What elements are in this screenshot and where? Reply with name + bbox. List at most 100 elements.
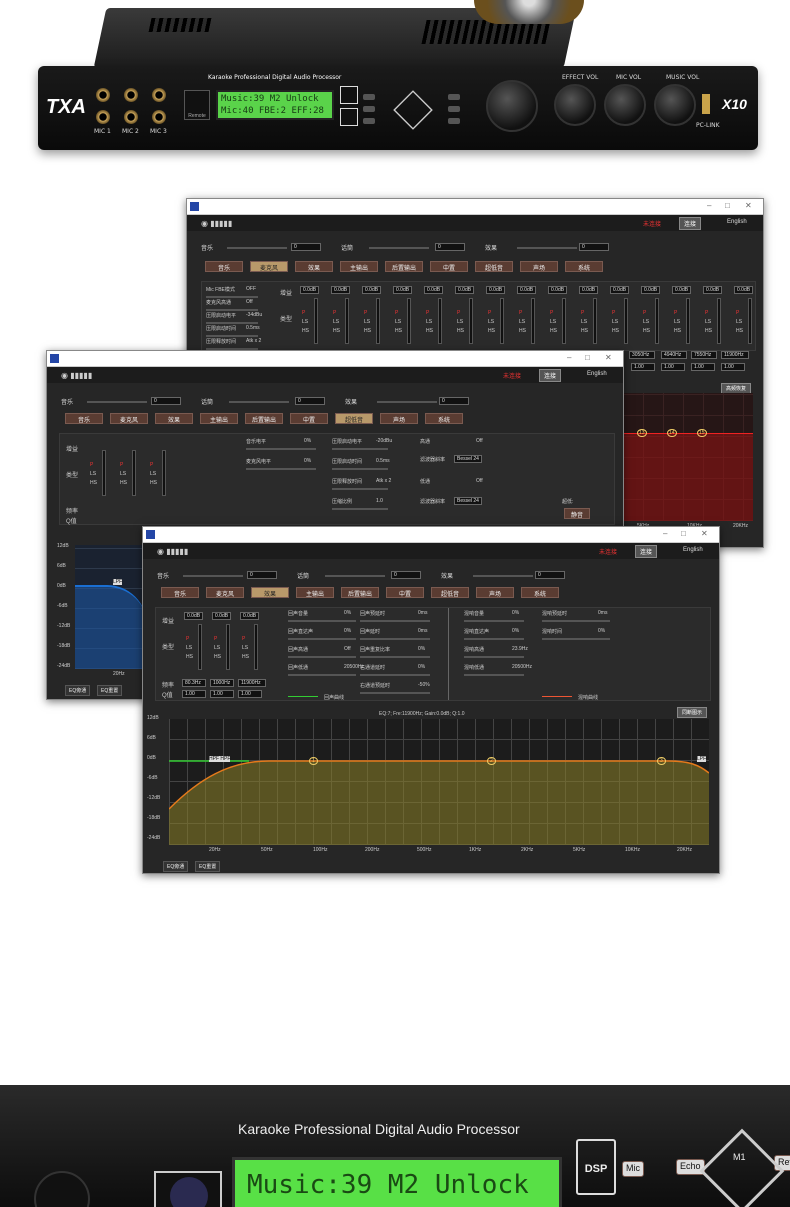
filter-type[interactable]: LS (186, 645, 192, 651)
preset-button[interactable] (363, 106, 375, 112)
setting-value[interactable]: 0% (304, 458, 311, 464)
tab-1[interactable]: 麦克风 (110, 413, 148, 424)
filter-type[interactable]: HS (674, 328, 681, 334)
lpf-marker[interactable]: LPF (697, 756, 707, 762)
filter-type[interactable]: HS (736, 328, 743, 334)
filter-type[interactable]: HS (643, 328, 650, 334)
effect-slider[interactable] (473, 575, 533, 577)
filter-type[interactable]: P (333, 310, 336, 316)
filter-type[interactable]: LS (120, 471, 126, 477)
slope-select[interactable]: Bessel 24 (454, 497, 482, 505)
band-fader[interactable] (102, 450, 106, 496)
setting-value[interactable]: 0% (512, 610, 519, 616)
language-button[interactable]: English (727, 219, 747, 225)
band-fader[interactable] (717, 298, 721, 344)
effect-value[interactable]: 0 (579, 243, 609, 251)
language-button[interactable]: English (683, 547, 703, 553)
filter-type[interactable]: LS (550, 319, 556, 325)
setting-slider[interactable] (246, 468, 316, 470)
freq-value[interactable]: 4940Hz (661, 351, 687, 359)
band-fader[interactable] (314, 298, 318, 344)
band-gain[interactable]: 0.0dB (362, 286, 382, 294)
eq-point-14[interactable]: 14 (667, 429, 677, 437)
filter-type[interactable]: LS (364, 319, 370, 325)
filter-type[interactable]: HS (214, 654, 221, 660)
freq-value[interactable]: 11900Hz (238, 679, 266, 687)
band-fader[interactable] (531, 298, 535, 344)
filter-type[interactable]: P (550, 310, 553, 316)
preset-button[interactable] (448, 118, 460, 124)
eq-point[interactable]: 2 (487, 757, 496, 765)
band-gain[interactable]: 0.0dB (548, 286, 568, 294)
closeup-mode-icon[interactable] (699, 1128, 785, 1207)
tab-6[interactable]: 超低音 (475, 261, 513, 272)
setting-slider[interactable] (206, 309, 258, 311)
q-value[interactable]: 1.00 (631, 363, 655, 371)
band-fader[interactable] (469, 298, 473, 344)
setting-value[interactable]: 0ms (418, 628, 427, 634)
hp-value[interactable]: Off (476, 438, 483, 444)
band-gain[interactable]: 0.0dB (517, 286, 537, 294)
tab-3[interactable]: 主输出 (200, 413, 238, 424)
music-vol-knob[interactable] (654, 84, 696, 126)
mic-slider[interactable] (229, 401, 289, 403)
filter-type[interactable]: HS (120, 480, 127, 486)
filter-type[interactable]: P (214, 636, 217, 642)
minimize-icon[interactable]: – (707, 201, 711, 210)
setting-slider[interactable] (206, 296, 258, 298)
q-value[interactable]: 1.00 (210, 690, 234, 698)
filter-type[interactable]: HS (705, 328, 712, 334)
music-value[interactable]: 0 (247, 571, 277, 579)
usb-port[interactable] (702, 94, 710, 114)
freq-value[interactable]: 80.3Hz (182, 679, 206, 687)
band-gain[interactable]: 0.0dB (486, 286, 506, 294)
filter-type[interactable]: LS (581, 319, 587, 325)
close-icon[interactable]: ✕ (701, 529, 708, 538)
band-fader[interactable] (376, 298, 380, 344)
mic-jack[interactable] (96, 110, 110, 124)
tab-5[interactable]: 中置 (290, 413, 328, 424)
filter-type[interactable]: P (736, 310, 739, 316)
setting-value[interactable]: 0.5ms (376, 458, 390, 464)
setting-value[interactable]: Atk x 2 (246, 338, 261, 344)
freq-value[interactable]: 1000Hz (210, 679, 234, 687)
filter-type[interactable]: LS (242, 645, 248, 651)
band-fader[interactable] (500, 298, 504, 344)
filter-type[interactable]: HS (581, 328, 588, 334)
setting-slider[interactable] (464, 674, 524, 676)
tab-2[interactable]: 效果 (295, 261, 333, 272)
filter-type[interactable]: P (395, 310, 398, 316)
setting-slider[interactable] (332, 448, 388, 450)
setting-value[interactable]: 0% (344, 628, 351, 634)
tab-5[interactable]: 中置 (386, 587, 424, 598)
filter-type[interactable]: LS (302, 319, 308, 325)
setting-slider[interactable] (360, 674, 430, 676)
band-gain[interactable]: 0.0dB (240, 612, 260, 620)
eq-point[interactable]: 3 (657, 757, 666, 765)
lp-value[interactable]: Off (476, 478, 483, 484)
filter-type[interactable]: LS (150, 471, 156, 477)
band-fader[interactable] (345, 298, 349, 344)
filter-type[interactable]: P (519, 310, 522, 316)
filter-type[interactable]: HS (395, 328, 402, 334)
setting-value[interactable]: -20dBu (376, 438, 392, 444)
eq-bypass-button[interactable]: EQ旁通 (65, 685, 91, 696)
filter-type[interactable]: LS (519, 319, 525, 325)
mode-selector-icon[interactable] (393, 90, 433, 130)
setting-value[interactable]: 1.0 (376, 498, 383, 504)
effect-slider[interactable] (377, 401, 437, 403)
music-slider[interactable] (227, 247, 287, 249)
band-fader[interactable] (624, 298, 628, 344)
setting-value[interactable]: 0% (598, 628, 605, 634)
setting-value[interactable]: 0ms (418, 610, 427, 616)
tab-8[interactable]: 系统 (565, 261, 603, 272)
setting-slider[interactable] (360, 638, 430, 640)
band-fader[interactable] (748, 298, 752, 344)
tab-0[interactable]: 音乐 (65, 413, 103, 424)
tab-2[interactable]: 效果 (155, 413, 193, 424)
setting-value[interactable]: 0.5ms (246, 325, 260, 331)
band-fader[interactable] (438, 298, 442, 344)
filter-type[interactable]: P (120, 462, 123, 468)
setting-value[interactable]: 23.9Hz (512, 646, 528, 652)
effect-value[interactable]: 0 (535, 571, 565, 579)
